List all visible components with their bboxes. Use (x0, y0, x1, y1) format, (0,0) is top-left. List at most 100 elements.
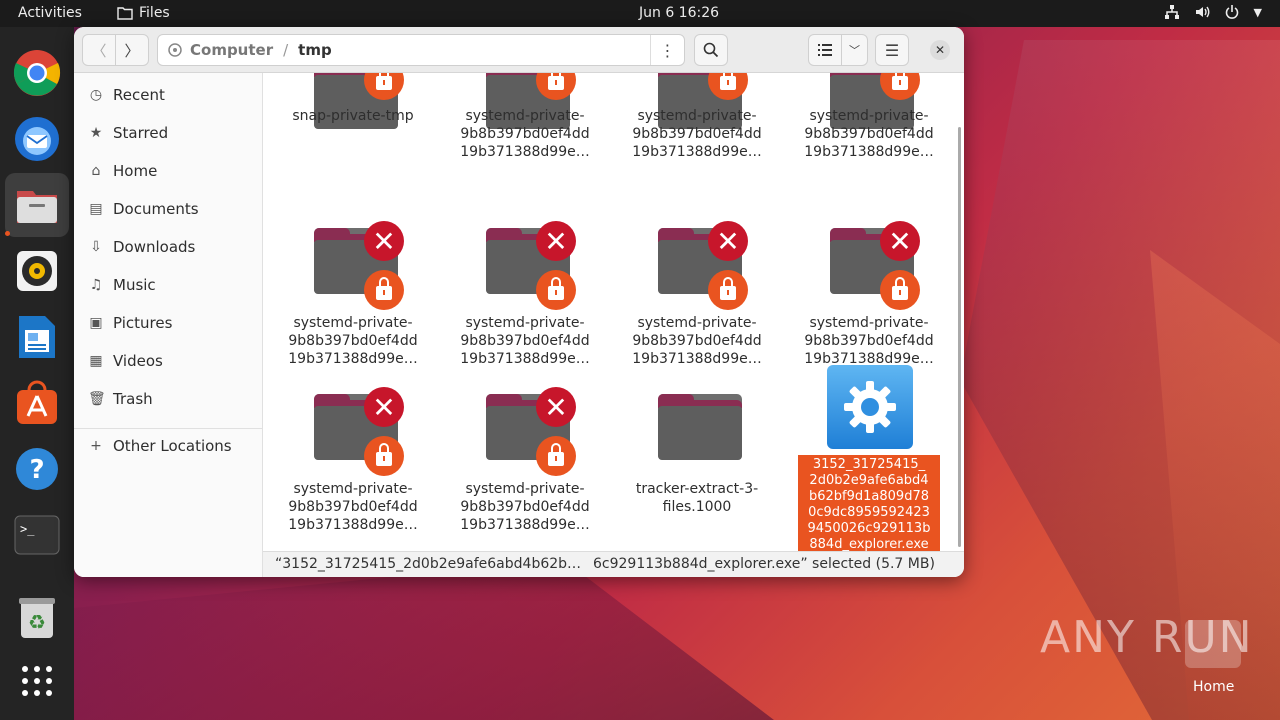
file-item[interactable]: ✕ systemd-private- 9b8b397bd0ef4dd 19b37138… (794, 221, 944, 378)
svg-text:?: ? (29, 455, 44, 485)
file-name: systemd-private- 9b8b397bd0ef4dd 19b371388… (460, 481, 590, 533)
show-apps-icon[interactable] (13, 657, 61, 705)
sidebar-item-label: Music (113, 276, 156, 294)
plus-icon: + (90, 438, 102, 454)
activities-button[interactable]: Activities (18, 5, 82, 21)
sidebar: ◷ Recent ★ Starred ⌂ Home ▤ Documents ⇩ Downl… (74, 73, 263, 577)
list-view-icon (818, 44, 832, 56)
file-item[interactable]: ✕ systemd-private- 9b8b397bd0ef4dd 19b37138… (450, 387, 600, 544)
sidebar-item-label: Starred (113, 124, 169, 142)
sidebar-item-label: Home (113, 162, 158, 180)
file-name: systemd-private- 9b8b397bd0ef4dd 19b371388… (804, 315, 934, 367)
file-name: systemd-private- 9b8b397bd0ef4dd 19b371388… (288, 481, 418, 533)
sidebar-item-starred[interactable]: ★ Starred (88, 119, 168, 147)
app-menu[interactable]: Files (117, 5, 170, 21)
rhythmbox-icon[interactable] (13, 247, 61, 295)
sidebar-item-other-locations[interactable]: + Other Locations (88, 432, 232, 460)
chevron-down-icon: ▼ (1253, 6, 1262, 19)
sidebar-item-home[interactable]: ⌂ Home (88, 157, 158, 185)
terminal-icon[interactable]: >_ (13, 511, 61, 559)
file-item[interactable]: ✕ systemd-private- 9b8b397bd0ef4dd 19b37138… (622, 221, 772, 378)
clock-icon: ◷ (89, 87, 103, 103)
kebab-icon: ⋮ (659, 40, 676, 60)
header-bar: 〈 〉 Computer / tmp ⋮ ﹀ ☰ ✕ (74, 27, 964, 73)
path-menu-button[interactable]: ⋮ (650, 35, 684, 65)
file-item[interactable]: systemd-private- 9b8b397bd0ef4dd 19b371388… (450, 73, 600, 213)
file-item[interactable]: ✕ systemd-private- 9b8b397bd0ef4dd 19b37138… (278, 387, 428, 544)
lock-icon (880, 270, 920, 310)
software-icon[interactable] (13, 379, 61, 427)
document-icon: ▤ (89, 201, 103, 217)
sidebar-item-label: Recent (113, 86, 165, 104)
lock-icon (364, 270, 404, 310)
main-menu-button[interactable]: ☰ (875, 34, 909, 66)
sidebar-item-music[interactable]: ♫ Music (88, 271, 156, 299)
desktop-home-label: Home (1193, 679, 1235, 695)
sidebar-item-downloads[interactable]: ⇩ Downloads (88, 233, 195, 261)
video-icon: ▦ (89, 353, 103, 369)
forward-button[interactable]: 〉 (115, 34, 149, 66)
sidebar-item-recent[interactable]: ◷ Recent (88, 81, 165, 109)
file-item[interactable]: tracker-extract-3- files.1000 (622, 394, 772, 544)
volume-icon (1195, 6, 1209, 18)
writer-icon[interactable] (13, 313, 61, 361)
file-name: systemd-private- 9b8b397bd0ef4dd 19b371388… (804, 108, 934, 160)
folder-icon (117, 7, 133, 20)
drive-icon (168, 43, 182, 57)
file-name: systemd-private- 9b8b397bd0ef4dd 19b371388… (632, 108, 762, 160)
lock-icon (536, 436, 576, 476)
file-name: systemd-private- 9b8b397bd0ef4dd 19b371388… (632, 315, 762, 367)
help-icon[interactable]: ? (13, 445, 61, 493)
network-icon (1164, 5, 1179, 19)
no-access-icon: ✕ (364, 221, 404, 261)
files-window: 〈 〉 Computer / tmp ⋮ ﹀ ☰ ✕ ◷ Recent ★ Star… (74, 27, 964, 577)
thunderbird-icon[interactable] (13, 115, 61, 163)
trash-icon: 🗑 (88, 391, 106, 407)
no-access-icon: ✕ (364, 387, 404, 427)
chevron-down-icon: ﹀ (849, 44, 860, 57)
hamburger-icon: ☰ (884, 40, 900, 60)
gear-icon (827, 365, 913, 449)
close-button[interactable]: ✕ (930, 40, 950, 60)
download-icon: ⇩ (90, 239, 102, 255)
svg-text:♻: ♻ (28, 610, 46, 634)
wallpaper-shape (74, 560, 774, 720)
selected-file-name: 3152_31725415_ 2d0b2e9afe6abd4 b62bf9d1a80… (798, 455, 940, 551)
dock: ? >_ ♻ (0, 27, 74, 720)
file-grid: snap-private-tmp systemd-private- 9b8b397b… (263, 73, 964, 551)
path-current[interactable]: tmp (298, 41, 332, 59)
desktop-home-icon[interactable] (1185, 620, 1241, 668)
back-button[interactable]: 〈 (82, 34, 116, 66)
file-item[interactable]: ✕ systemd-private- 9b8b397bd0ef4dd 19b37138… (450, 221, 600, 378)
scrollbar[interactable] (958, 127, 961, 547)
sidebar-item-documents[interactable]: ▤ Documents (88, 195, 199, 223)
sidebar-item-label: Other Locations (113, 437, 232, 455)
path-bar: Computer / tmp ⋮ (157, 34, 685, 66)
view-toggle-button[interactable] (808, 34, 842, 66)
file-item[interactable]: ✕ systemd-private- 9b8b397bd0ef4dd 19b37138… (278, 221, 428, 378)
clock[interactable]: Jun 6 16:26 (639, 5, 719, 21)
file-item[interactable]: snap-private-tmp (278, 73, 428, 213)
file-name: snap-private-tmp (292, 108, 414, 124)
file-item[interactable]: systemd-private- 9b8b397bd0ef4dd 19b371388… (794, 73, 944, 213)
app-name: Files (139, 5, 170, 21)
path-root[interactable]: Computer (190, 41, 273, 59)
files-icon[interactable] (5, 173, 69, 237)
sidebar-item-videos[interactable]: ▦ Videos (88, 347, 162, 375)
chrome-icon[interactable] (13, 49, 61, 97)
selected-file-item[interactable]: 3152_31725415_ 2d0b2e9afe6abd4 b62bf9d1a80… (794, 365, 944, 551)
view-options-button[interactable]: ﹀ (841, 34, 868, 66)
file-item[interactable]: systemd-private- 9b8b397bd0ef4dd 19b371388… (622, 73, 772, 213)
search-button[interactable] (694, 34, 728, 66)
system-tray[interactable]: ▼ (1164, 4, 1262, 20)
sidebar-item-label: Pictures (113, 314, 173, 332)
trash-dock-icon[interactable]: ♻ (13, 593, 61, 641)
sidebar-item-pictures[interactable]: ▣ Pictures (88, 309, 172, 337)
no-access-icon: ✕ (708, 221, 748, 261)
svg-text:>_: >_ (20, 522, 35, 536)
power-icon (1225, 5, 1238, 19)
sidebar-item-label: Documents (113, 200, 199, 218)
file-name: systemd-private- 9b8b397bd0ef4dd 19b371388… (288, 315, 418, 367)
chevron-left-icon: 〈 (91, 41, 107, 60)
sidebar-item-trash[interactable]: 🗑 Trash (88, 385, 153, 413)
